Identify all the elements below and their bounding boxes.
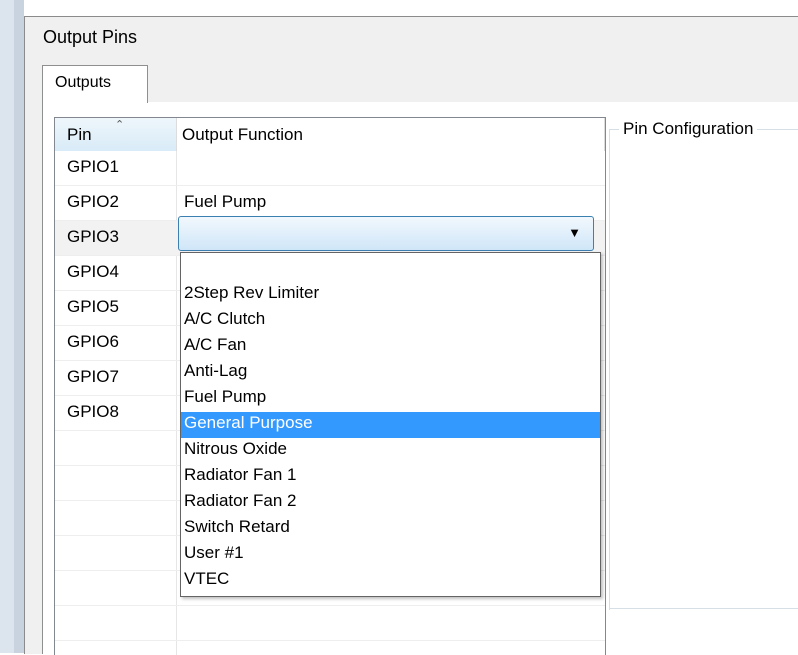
pin-cell: GPIO3	[67, 227, 119, 246]
dropdown-option[interactable]: A/C Fan	[181, 334, 600, 360]
column-header-output-function-label: Output Function	[182, 125, 303, 144]
pin-cell: GPIO5	[67, 297, 119, 316]
dropdown-option[interactable]: A/C Clutch	[181, 308, 600, 334]
dropdown-option[interactable]: Anti-Lag	[181, 360, 600, 386]
pin-cell: GPIO1	[67, 157, 119, 176]
output-function-combo[interactable]: ▼	[178, 216, 594, 251]
dropdown-option[interactable]: User #1	[181, 542, 600, 568]
pin-configuration-group-bottom	[609, 608, 798, 609]
pin-configuration-title: Pin Configuration	[619, 119, 758, 139]
column-header-output-function[interactable]: Output Function	[177, 118, 605, 151]
empty-row	[55, 606, 605, 641]
dropdown-option-blank[interactable]	[181, 255, 600, 281]
output-pins-window: Output Pins Outputs Pin ⌃ Output Functio…	[24, 16, 798, 655]
dropdown-option[interactable]: Radiator Fan 2	[181, 490, 600, 516]
pin-cell: GPIO4	[67, 262, 119, 281]
dropdown-option[interactable]: Fuel Pump	[181, 386, 600, 412]
window-title: Output Pins	[43, 27, 138, 47]
tab-outputs[interactable]: Outputs	[42, 65, 148, 103]
table-row[interactable]: GPIO1	[55, 151, 605, 186]
pin-cell: GPIO7	[67, 367, 119, 386]
window-edge-inner	[14, 0, 24, 653]
dropdown-option[interactable]: Nitrous Oxide	[181, 438, 600, 464]
dropdown-option[interactable]: 2Step Rev Limiter	[181, 282, 600, 308]
column-header-pin[interactable]: Pin ⌃	[55, 118, 177, 151]
pin-cell: GPIO6	[67, 332, 119, 351]
sort-ascending-icon: ⌃	[115, 119, 125, 131]
dropdown-option-highlighted[interactable]: General Purpose	[181, 412, 600, 438]
column-header-pin-label: Pin	[67, 125, 92, 144]
dropdown-option[interactable]: Radiator Fan 1	[181, 464, 600, 490]
function-cell: Fuel Pump	[184, 192, 267, 211]
dropdown-option[interactable]: Switch Retard	[181, 516, 600, 542]
pin-configuration-group	[609, 129, 798, 610]
chevron-down-icon[interactable]: ▼	[568, 225, 581, 240]
output-function-dropdown[interactable]: 2Step Rev Limiter A/C Clutch A/C Fan Ant…	[180, 252, 601, 597]
pin-cell: GPIO2	[67, 192, 119, 211]
dropdown-option[interactable]: VTEC	[181, 568, 600, 594]
pin-cell: GPIO8	[67, 402, 119, 421]
tab-outputs-label: Outputs	[55, 74, 112, 91]
